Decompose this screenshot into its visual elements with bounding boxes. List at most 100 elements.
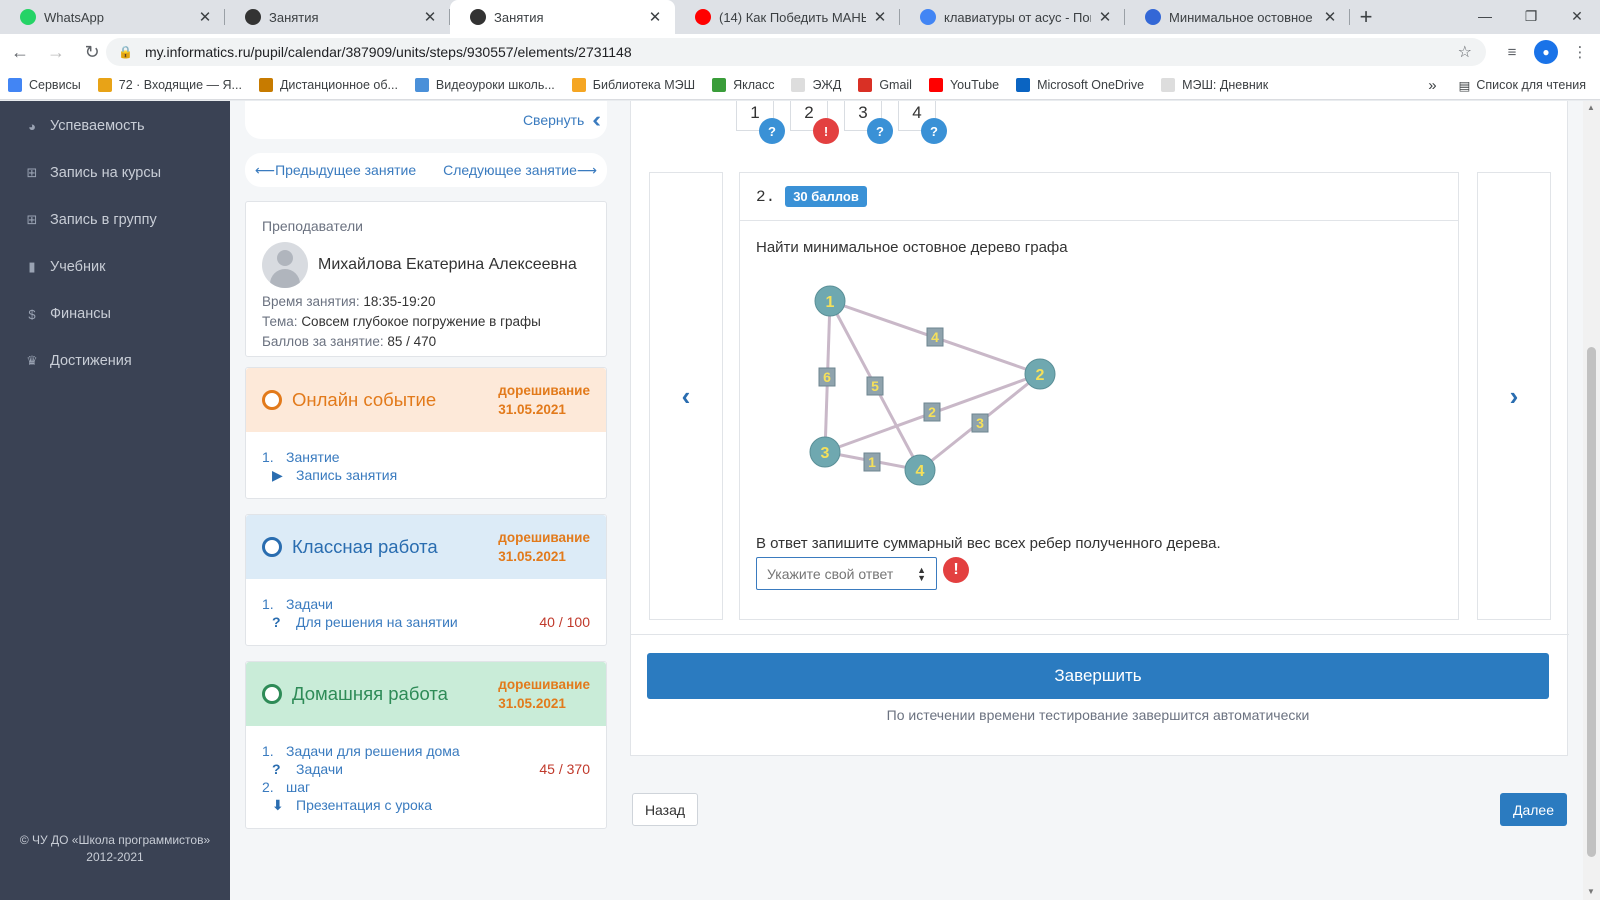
restore-icon[interactable]: ❐ (1508, 0, 1554, 32)
question-card: 2. 30 баллов Найти минимальное остовное … (739, 172, 1459, 620)
close-window-icon[interactable]: ✕ (1554, 0, 1600, 32)
bookmark-label: YouTube (949, 77, 1000, 92)
scrollbar[interactable]: ▲ ▼ (1583, 101, 1600, 900)
more-bookmarks-icon[interactable]: » (1428, 77, 1436, 94)
sidebar-item-1[interactable]: ◕ Успеваемость (24, 118, 145, 134)
bookmark-item[interactable]: Библиотека МЭШ (571, 77, 695, 92)
list-item[interactable]: ▶ Запись занятия (262, 466, 590, 484)
graph-diagram: 4 6 5 2 3 1 1 2 3 4 (809, 285, 1056, 486)
step-status-icon: ? (921, 118, 947, 144)
teacher-card: Преподаватели Михайлова Екатерина Алексе… (245, 201, 607, 357)
prev-lesson-link[interactable]: ⟵Предыдущее занятие (255, 162, 416, 179)
tab-6[interactable]: Минимальное остовное дере ✕ (1125, 0, 1350, 34)
step-2[interactable]: 2! (790, 101, 839, 144)
tab-4[interactable]: (14) Как Победить МАНЬЯКА ✕ (675, 0, 900, 34)
new-tab-icon[interactable]: + (1350, 0, 1382, 34)
bookmark-icon (258, 77, 273, 92)
next-button[interactable]: Далее (1500, 793, 1567, 826)
sidebar-item-6[interactable]: ♛ Достижения (24, 353, 132, 369)
sidebar-item-4[interactable]: ▮ Учебник (24, 259, 105, 275)
answer-field[interactable] (767, 565, 907, 582)
item-score: 45 / 370 (539, 761, 590, 777)
next-lesson-link[interactable]: Следующее занятие⟶ (443, 162, 597, 179)
sidebar-item-2[interactable]: ⊞ Запись на курсы (24, 165, 162, 181)
item-label: Задачи (296, 761, 344, 777)
spinner-arrows-icon[interactable]: ▲ ▼ (917, 566, 926, 583)
tab-title: Минимальное остовное дере (1169, 9, 1316, 25)
bookmark-item[interactable]: МЭШ: Дневник (1161, 77, 1268, 92)
finish-button[interactable]: Завершить (647, 653, 1549, 699)
question-number: 2. (756, 187, 776, 206)
scroll-thumb[interactable] (1587, 347, 1596, 857)
menu-icon[interactable]: ⋮ (1568, 40, 1592, 64)
back-icon[interactable]: ← (4, 36, 36, 68)
back-button[interactable]: Назад (632, 793, 698, 826)
section-body: 1. Задачи? Для решения на занятии 40 / 100 (246, 579, 606, 647)
bookmark-item[interactable]: Видеоуроки школь... (414, 77, 555, 92)
prev-slide-button[interactable]: ‹ (649, 172, 723, 620)
teacher-name[interactable]: Михайлова Екатерина Алексеевна (318, 256, 577, 274)
bookmark-star-icon[interactable]: ☆ (1458, 42, 1472, 62)
step-4[interactable]: 4? (898, 101, 947, 144)
profile-avatar[interactable]: ● (1534, 40, 1558, 64)
close-tab-icon[interactable]: ✕ (872, 8, 888, 26)
list-item[interactable]: ? Для решения на занятии 40 / 100 (262, 613, 590, 631)
step-3[interactable]: 3? (844, 101, 893, 144)
reading-list[interactable]: Список для чтения (1476, 78, 1586, 92)
step-1[interactable]: 1? (736, 101, 785, 144)
minimize-icon[interactable]: — (1462, 0, 1508, 32)
tab-title: Занятия (269, 9, 319, 25)
close-tab-icon[interactable]: ✕ (197, 8, 213, 26)
due-label: дорешивание 31.05.2021 (498, 677, 590, 711)
sidebar-item-5[interactable]: $ Финансы (24, 306, 111, 322)
media-icon[interactable]: ≡ (1500, 40, 1524, 64)
close-tab-icon[interactable]: ✕ (647, 8, 663, 26)
close-tab-icon[interactable]: ✕ (1097, 8, 1113, 26)
bookmark-item[interactable]: ЭЖД (791, 77, 841, 92)
item-score: 40 / 100 (539, 614, 590, 630)
bookmark-item[interactable]: Якласс (712, 77, 775, 92)
list-item[interactable]: ? Задачи 45 / 370 (262, 760, 590, 778)
collapse-button[interactable]: Свернуть ‹‹ (245, 101, 607, 139)
sidebar-item-3[interactable]: ⊞ Запись в группу (24, 212, 157, 228)
tab-2[interactable]: Занятия ✕ (225, 0, 450, 34)
tab-strip: WhatsApp ✕ Занятия ✕ Занятия ✕ (14) Как Победи… (0, 0, 1600, 34)
bookmark-item[interactable]: Microsoft OneDrive (1016, 77, 1144, 92)
graph-node-label: 4 (916, 463, 925, 480)
tab-5[interactable]: клавиатуры от асус - Поиск в G ✕ (900, 0, 1125, 34)
bookmark-item[interactable]: Gmail (858, 77, 912, 92)
item-label: Запись занятия (296, 467, 398, 483)
forward-icon[interactable]: → (40, 36, 72, 68)
section-header[interactable]: Классная работа дорешивание 31.05.2021 (246, 515, 606, 579)
section-title: Домашняя работа (292, 683, 448, 704)
list-item[interactable]: ⬇ Презентация с урока (262, 796, 590, 814)
answer-input[interactable]: ▲▼ (756, 557, 937, 590)
reload-icon[interactable]: ↻ (76, 36, 108, 68)
bookmark-item[interactable]: 72 · Входящие — Я... (97, 77, 242, 92)
reading-list-icon[interactable]: ▤ (1459, 78, 1471, 93)
scroll-down-icon[interactable]: ▼ (1587, 887, 1595, 896)
list-item[interactable]: 2. шаг (262, 778, 590, 796)
close-tab-icon[interactable]: ✕ (1322, 8, 1338, 26)
section-header[interactable]: Домашняя работа дорешивание 31.05.2021 (246, 662, 606, 726)
list-item[interactable]: 1. Задачи для решения дома (262, 742, 590, 760)
step-status-icon: ! (813, 118, 839, 144)
scroll-up-icon[interactable]: ▲ (1587, 103, 1595, 112)
list-item[interactable]: 1. Занятие (262, 448, 590, 466)
bookmark-label: Якласс (733, 77, 775, 92)
tab-1[interactable]: WhatsApp ✕ (0, 0, 225, 34)
list-item[interactable]: 1. Задачи (262, 595, 590, 613)
section-header[interactable]: Онлайн событие дорешивание 31.05.2021 (246, 368, 606, 432)
bookmark-item[interactable]: YouTube (928, 77, 1000, 92)
next-slide-button[interactable]: › (1477, 172, 1551, 620)
tab-title: Занятия (494, 9, 544, 25)
url-field[interactable]: 🔒 my.informatics.ru/pupil/calendar/38790… (106, 38, 1486, 66)
page-icon (1161, 77, 1176, 92)
youtube-icon (928, 77, 943, 92)
tab-3[interactable]: Занятия ✕ (450, 0, 675, 34)
bookmark-item[interactable]: Дистанционное об... (258, 77, 398, 92)
close-tab-icon[interactable]: ✕ (422, 8, 438, 26)
sidebar-item-label: Запись на курсы (50, 165, 162, 181)
bookmark-item[interactable]: Сервисы (8, 77, 81, 92)
due-label: дорешивание 31.05.2021 (498, 383, 590, 417)
